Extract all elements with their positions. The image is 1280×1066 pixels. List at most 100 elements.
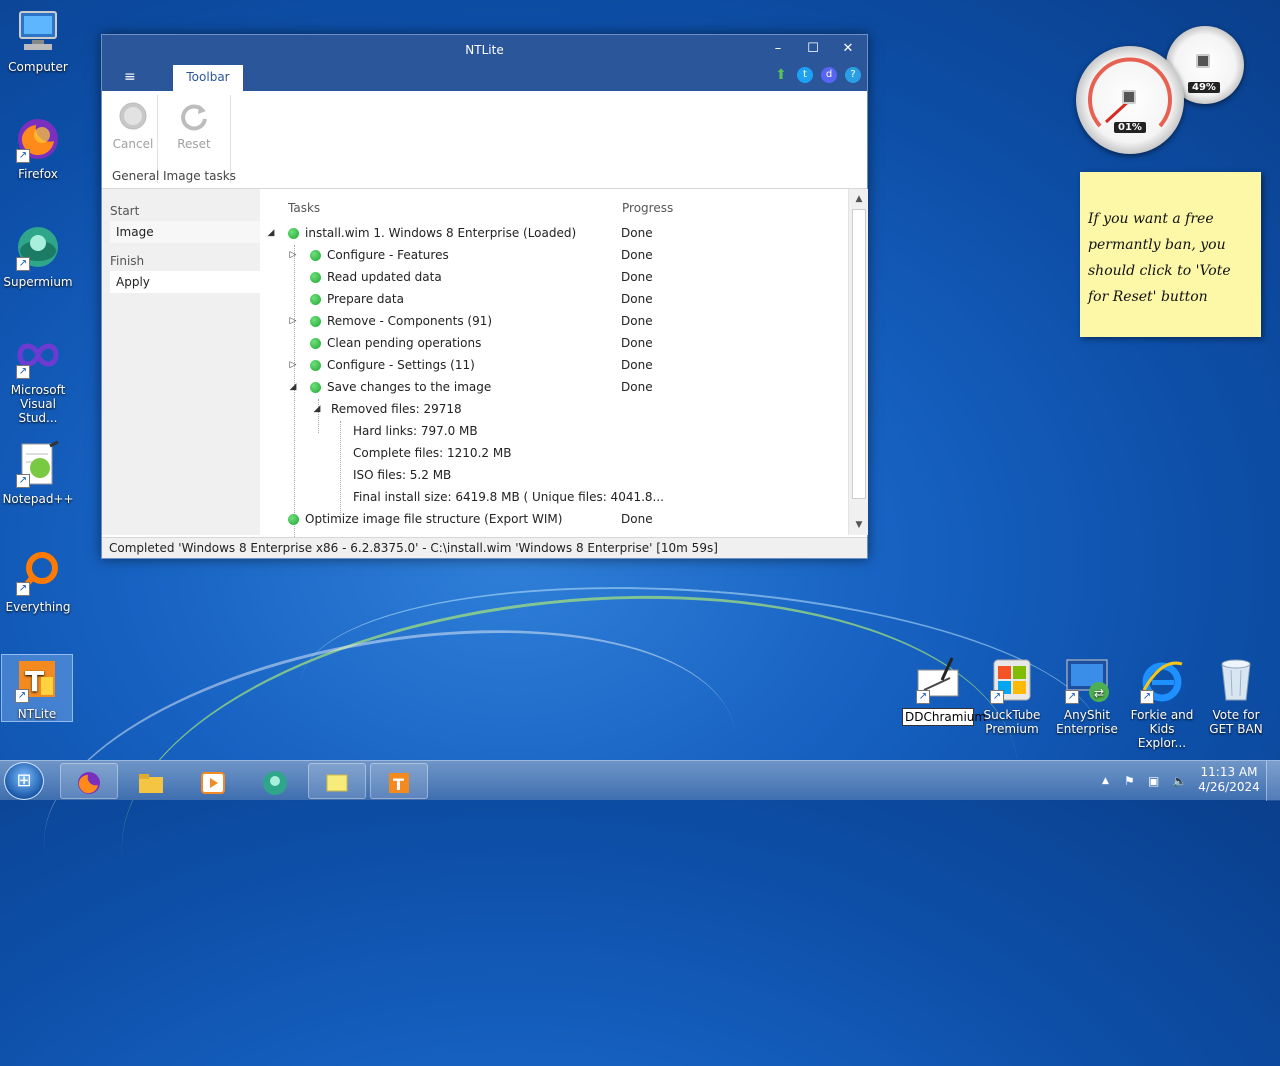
ntlite-icon: T ↗: [13, 655, 61, 703]
svg-text:⇄: ⇄: [1094, 686, 1104, 700]
desktop-icon-label: SuckTube Premium: [983, 708, 1041, 736]
ntlite-window: NTLite – ☐ ✕ ≡ Toolbar ⬆ t d ? Cancel Re…: [101, 34, 868, 559]
taskbar-sticky-notes[interactable]: [308, 763, 366, 799]
rename-field[interactable]: DDChramium: [902, 708, 986, 726]
shortcut-arrow-icon: ↗: [1140, 690, 1154, 704]
sticky-note[interactable]: If you want a free permantly ban, you sh…: [1080, 172, 1261, 337]
scroll-down-icon[interactable]: ▼: [851, 517, 867, 533]
desktop-icon-firefox[interactable]: ↗ Firefox: [2, 115, 74, 181]
desktop-icon-label: Microsoft Visual Stud...: [10, 383, 66, 425]
update-arrow-icon[interactable]: ⬆: [773, 67, 789, 83]
scroll-thumb[interactable]: [852, 209, 866, 499]
task-progress: Done: [621, 270, 653, 284]
desktop-icon-ntlite[interactable]: T ↗ NTLite: [1, 654, 73, 722]
tab-toolbar[interactable]: Toolbar: [173, 65, 243, 91]
task-row[interactable]: Optimize image file structure (Export WI…: [260, 508, 848, 530]
desktop-icon-label: Notepad++: [2, 492, 74, 506]
expand-arrow-icon[interactable]: ▷: [288, 244, 298, 266]
task-row[interactable]: ▷ Configure - Features Done: [260, 244, 848, 266]
clock-time: 11:13 AM: [1200, 765, 1258, 779]
vertical-scrollbar[interactable]: ▲ ▼: [848, 189, 868, 535]
desktop-icon-everything[interactable]: ↗ Everything: [2, 548, 74, 614]
reset-label: Reset: [177, 137, 211, 151]
discord-icon[interactable]: d: [821, 67, 837, 83]
desktop-icon-label: Computer: [8, 60, 68, 74]
column-header-progress[interactable]: Progress: [622, 201, 673, 215]
notepadpp-icon: ↗: [14, 440, 62, 488]
ribbon-group-image-tasks: Image tasks: [163, 169, 236, 183]
task-row[interactable]: Hard links: 797.0 MB: [260, 420, 848, 442]
expand-arrow-icon[interactable]: ▷: [288, 310, 298, 332]
task-row[interactable]: ◢ Save changes to the image Done: [260, 376, 848, 398]
desktop-icon-notepadpp[interactable]: ↗ Notepad++: [2, 440, 74, 506]
show-hidden-icons[interactable]: ▲: [1102, 761, 1109, 801]
firefox-icon: [76, 769, 102, 794]
task-row[interactable]: ISO files: 5.2 MB: [260, 464, 848, 486]
status-done-icon: [288, 228, 299, 239]
nav-item-apply[interactable]: Apply: [110, 271, 260, 293]
shortcut-arrow-icon: ↗: [16, 474, 30, 488]
cpu-meter-gadget[interactable]: 01%: [1076, 46, 1184, 154]
internet-explorer-icon: ↗: [1138, 656, 1186, 704]
cancel-button[interactable]: Cancel: [107, 97, 159, 151]
task-row[interactable]: ◢ Removed files: 29718: [260, 398, 848, 420]
close-button[interactable]: ✕: [834, 39, 862, 59]
desktop-icon-forkie[interactable]: ↗ Forkie and Kids Explor...: [1126, 656, 1198, 750]
network-icon[interactable]: ▣: [1148, 761, 1159, 801]
task-row[interactable]: ▷ Configure - Settings (11) Done: [260, 354, 848, 376]
task-row[interactable]: ▷ Remove - Components (91) Done: [260, 310, 848, 332]
task-row[interactable]: Clean pending operations Done: [260, 332, 848, 354]
hamburger-menu-icon[interactable]: ≡: [124, 69, 136, 85]
title-bar[interactable]: NTLite – ☐ ✕ ≡ Toolbar ⬆ t d ?: [102, 35, 867, 91]
taskbar-media-player[interactable]: [184, 763, 242, 799]
anyshit-icon: ⇄ ↗: [1063, 656, 1111, 704]
task-label: Configure - Settings (11): [327, 358, 475, 372]
desktop-icon-visual-studio[interactable]: ↗ Microsoft Visual Stud...: [2, 331, 74, 425]
volume-muted-icon[interactable]: 🔈: [1172, 761, 1187, 801]
help-icon[interactable]: ?: [845, 67, 861, 83]
start-button[interactable]: ⊞: [4, 762, 44, 800]
taskbar-firefox[interactable]: [60, 763, 118, 799]
status-done-icon: [310, 272, 321, 283]
system-clock[interactable]: 11:13 AM 4/26/2024: [1196, 765, 1262, 795]
task-row[interactable]: ◢ install.wim 1. Windows 8 Enterprise (L…: [260, 222, 848, 244]
minimize-button[interactable]: –: [764, 39, 792, 59]
shortcut-arrow-icon: ↗: [1065, 690, 1079, 704]
action-center-flag-icon[interactable]: ⚑: [1124, 761, 1135, 801]
reset-button[interactable]: Reset: [168, 97, 220, 151]
task-label: Save changes to the image: [327, 380, 492, 394]
desktop-icon-label: AnyShit Enterprise: [1056, 708, 1118, 736]
expand-arrow-icon[interactable]: ▷: [288, 354, 298, 376]
desktop-icon-supermium[interactable]: ↗ Supermium: [2, 223, 74, 289]
desktop-icon-label: NTLite: [17, 707, 57, 721]
maximize-button[interactable]: ☐: [799, 39, 827, 59]
task-progress: Done: [621, 226, 653, 240]
status-done-icon: [310, 382, 321, 393]
show-desktop-button[interactable]: [1266, 761, 1280, 801]
collapse-arrow-icon[interactable]: ◢: [288, 376, 298, 398]
collapse-arrow-icon[interactable]: ◢: [266, 222, 276, 244]
desktop-icon-computer[interactable]: Computer: [2, 8, 74, 74]
desktop-icon-vote[interactable]: Vote for GET BAN: [1200, 656, 1272, 736]
desktop-icon-anyshit[interactable]: ⇄ ↗ AnyShit Enterprise: [1051, 656, 1123, 736]
scroll-up-icon[interactable]: ▲: [851, 191, 867, 207]
taskbar-supermium[interactable]: [246, 763, 304, 799]
task-row[interactable]: Read updated data Done: [260, 266, 848, 288]
task-row[interactable]: Complete files: 1210.2 MB: [260, 442, 848, 464]
supermium-icon: ↗: [14, 223, 62, 271]
column-header-tasks[interactable]: Tasks: [288, 201, 320, 215]
nav-item-image[interactable]: Image: [110, 221, 260, 243]
desktop-icon-sucktube[interactable]: ↗ SuckTube Premium: [976, 656, 1048, 736]
task-label: Optimize image file structure (Export WI…: [305, 512, 563, 526]
desktop-icon-ddchramium[interactable]: ↗ DDChramium: [902, 656, 986, 726]
media-player-icon: [199, 769, 227, 794]
sucktube-icon: ↗: [988, 656, 1036, 704]
memory-chip-icon: [1196, 54, 1210, 68]
taskbar-ntlite[interactable]: T: [370, 763, 428, 799]
twitter-icon[interactable]: t: [797, 67, 813, 83]
taskbar-explorer[interactable]: [122, 763, 180, 799]
task-row[interactable]: Final install size: 6419.8 MB ( Unique f…: [260, 486, 848, 508]
task-row[interactable]: Prepare data Done: [260, 288, 848, 310]
status-done-icon: [288, 514, 299, 525]
collapse-arrow-icon[interactable]: ◢: [312, 398, 322, 420]
